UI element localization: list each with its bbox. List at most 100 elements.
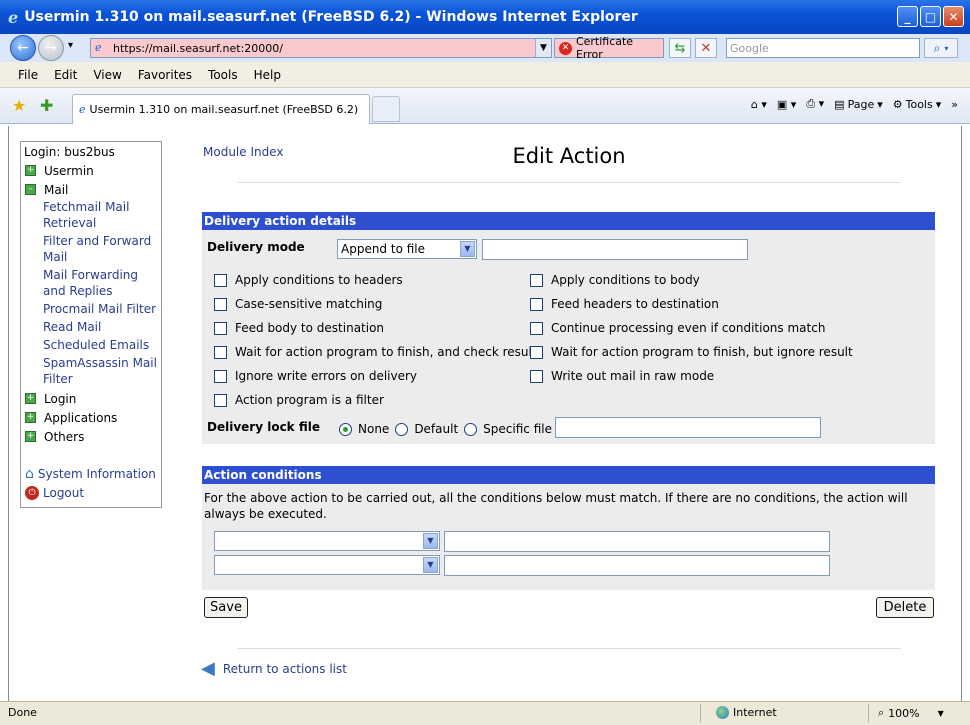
sidebar-item-mail-forwarding[interactable]: Mail Forwarding and Replies [23, 267, 159, 299]
history-dropdown-icon[interactable]: ▾ [68, 40, 73, 51]
checkbox-apply-body[interactable]: Apply conditions to body [530, 273, 700, 287]
save-button[interactable]: Save [204, 597, 248, 618]
condition-type-select-1[interactable]: ▼ [214, 531, 440, 551]
stop-button[interactable]: ✕ [695, 38, 717, 58]
menu-view[interactable]: View [85, 68, 129, 82]
chevron-down-icon: ▼ [423, 533, 438, 549]
radio-lock-specific[interactable]: Specific file [464, 422, 552, 436]
add-favorite-icon[interactable]: ✚ [40, 96, 53, 115]
checkbox-label: Write out mail in raw mode [551, 369, 715, 383]
sidebar-item-filter-forward[interactable]: Filter and Forward Mail [23, 233, 159, 265]
checkbox-box[interactable] [214, 321, 227, 335]
radio-label: Specific file [483, 422, 552, 436]
condition-value-input-1[interactable] [444, 531, 830, 552]
search-input[interactable]: Google [726, 38, 920, 58]
address-dropdown-icon[interactable]: ▼ [535, 39, 551, 57]
tools-menu-button[interactable]: ⚙ Tools ▾ [893, 98, 942, 111]
radio-lock-default[interactable]: Default [395, 422, 458, 436]
checkbox-continue-processing[interactable]: Continue processing even if conditions m… [530, 321, 825, 335]
radio-dot[interactable] [395, 422, 409, 436]
forward-button[interactable]: → [38, 35, 64, 61]
condition-type-select-2[interactable]: ▼ [214, 555, 440, 575]
page-menu-button[interactable]: ▤ Page ▾ [834, 98, 883, 111]
return-to-actions[interactable]: ◀ Return to actions list [201, 658, 347, 679]
zoom-control[interactable]: ⌕ 100% ▼ [878, 706, 944, 720]
checkbox-box[interactable] [214, 393, 227, 407]
sidebar-category-applications[interactable]: + Applications [23, 408, 159, 427]
delete-button[interactable]: Delete [876, 597, 934, 618]
sidebar-category-others[interactable]: + Others [23, 427, 159, 446]
checkbox-wait-ignore[interactable]: Wait for action program to finish, but i… [530, 345, 853, 359]
radio-lock-none[interactable]: None [339, 422, 389, 436]
checkbox-box[interactable] [214, 273, 227, 287]
checkbox-program-filter[interactable]: Action program is a filter [214, 393, 384, 407]
sidebar-item-scheduled-emails[interactable]: Scheduled Emails [23, 337, 159, 353]
checkbox-feed-headers[interactable]: Feed headers to destination [530, 297, 719, 311]
maximize-button[interactable]: □ [920, 6, 941, 27]
checkbox-apply-headers[interactable]: Apply conditions to headers [214, 273, 403, 287]
sidebar-category-login[interactable]: + Login [23, 389, 159, 408]
condition-value-input-2[interactable] [444, 555, 830, 576]
window-controls: _ □ ✕ [897, 6, 964, 27]
search-placeholder: Google [730, 41, 769, 55]
address-field[interactable]: e https://mail.seasurf.net:20000/ ▼ [90, 38, 552, 58]
radio-dot[interactable] [464, 422, 478, 436]
sidebar-category-mail[interactable]: - Mail [23, 180, 159, 199]
minimize-button[interactable]: _ [897, 6, 918, 27]
checkbox-wait-check[interactable]: Wait for action program to finish, and c… [214, 345, 537, 359]
favorites-star-icon[interactable]: ★ [12, 96, 26, 115]
menu-help[interactable]: Help [246, 68, 289, 82]
checkbox-box[interactable] [530, 297, 543, 311]
tab-usermin[interactable]: e Usermin 1.310 on mail.seasurf.net (Fre… [72, 94, 370, 124]
sidebar-item-fetchmail[interactable]: Fetchmail Mail Retrieval [23, 199, 159, 231]
search-button[interactable]: ⌕ ▾ [924, 38, 958, 58]
tab-page-icon: e [79, 103, 86, 116]
feeds-icon[interactable]: ▣ ▾ [777, 98, 796, 111]
new-tab-button[interactable] [372, 96, 400, 122]
home-icon[interactable]: ⌂ ▾ [751, 98, 767, 111]
sidebar-item-procmail[interactable]: Procmail Mail Filter [23, 301, 159, 317]
checkbox-box[interactable] [530, 369, 543, 383]
checkbox-feed-body[interactable]: Feed body to destination [214, 321, 384, 335]
checkbox-ignore-write-errors[interactable]: Ignore write errors on delivery [214, 369, 417, 383]
delivery-mode-select[interactable]: Append to file ▼ [337, 239, 477, 259]
checkbox-box[interactable] [530, 273, 543, 287]
menu-edit[interactable]: Edit [46, 68, 85, 82]
error-icon: ✕ [559, 41, 572, 55]
checkbox-box[interactable] [214, 297, 227, 311]
print-icon[interactable]: ⎙ ▾ [806, 97, 824, 111]
page-content: Login: bus2bus + Usermin - Mail Fetchmai… [8, 126, 962, 701]
sidebar-item-read-mail[interactable]: Read Mail [23, 319, 159, 335]
back-button[interactable]: ← [10, 35, 36, 61]
checkbox-box[interactable] [214, 369, 227, 383]
checkbox-box[interactable] [530, 345, 543, 359]
refresh-button[interactable]: ⇆ [669, 38, 691, 58]
security-zone[interactable]: Internet [716, 706, 777, 719]
delivery-destination-input[interactable] [482, 239, 748, 260]
sidebar-system-information[interactable]: ⌂ System Information [23, 464, 159, 483]
checkbox-raw-mode[interactable]: Write out mail in raw mode [530, 369, 714, 383]
certificate-error-button[interactable]: ✕ Certificate Error [554, 35, 664, 61]
sidebar-item-spamassassin[interactable]: SpamAssassin Mail Filter [23, 355, 159, 387]
search-dropdown-icon[interactable]: ▾ [944, 44, 948, 53]
close-button[interactable]: ✕ [943, 6, 964, 27]
gear-icon: ⚙ [892, 97, 903, 111]
power-icon: ⏻ [25, 485, 39, 500]
chevron-more-icon[interactable]: » [951, 98, 958, 111]
zoom-level: 100% [888, 706, 920, 720]
checkbox-box[interactable] [530, 321, 543, 335]
radio-dot[interactable] [339, 422, 352, 436]
menu-tools[interactable]: Tools [200, 68, 246, 82]
sidebar-category-usermin[interactable]: + Usermin [23, 161, 159, 180]
module-index-link[interactable]: Module Index [203, 145, 283, 159]
checkbox-box[interactable] [214, 345, 227, 359]
zoom-dropdown-icon[interactable]: ▼ [938, 709, 944, 718]
checkbox-case-sensitive[interactable]: Case-sensitive matching [214, 297, 382, 311]
lock-file-input[interactable] [555, 417, 821, 438]
menu-file[interactable]: File [10, 68, 46, 82]
checkbox-label: Feed body to destination [235, 321, 385, 335]
sidebar-category-label: Applications [44, 410, 118, 425]
menu-favorites[interactable]: Favorites [130, 68, 200, 82]
sidebar-logout[interactable]: ⏻ Logout [23, 483, 159, 502]
